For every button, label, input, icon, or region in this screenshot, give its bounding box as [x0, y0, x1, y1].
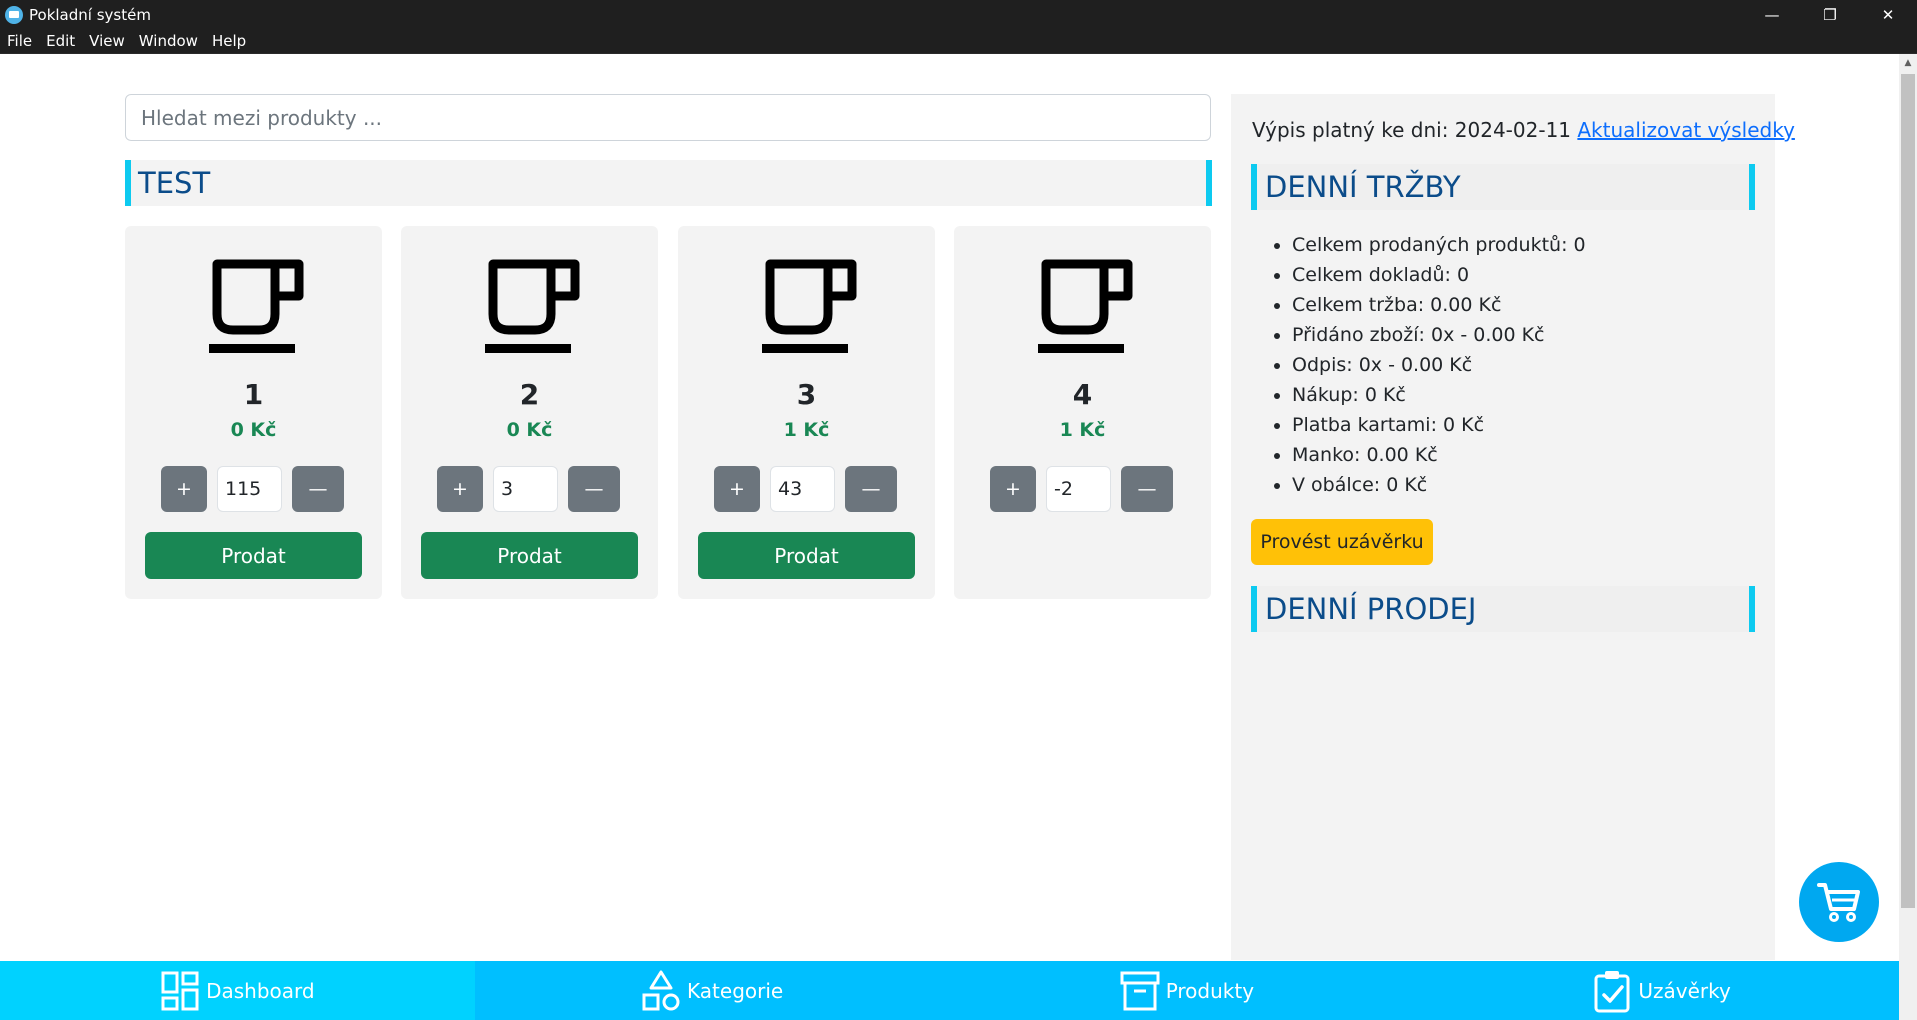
stat-card-payments: Platba kartami: 0 Kč — [1292, 410, 1586, 440]
product-name: 4 — [1072, 378, 1093, 411]
coffee-cup-icon — [1038, 259, 1133, 353]
scroll-up-arrow-icon[interactable]: ▲ — [1899, 54, 1917, 72]
menu-bar: File Edit View Window Help — [0, 29, 1917, 54]
product-price: 1 Kč — [1059, 419, 1106, 441]
product-name: 1 — [243, 378, 264, 411]
product-card: 1 0 Kč + 115 — Prodat — [125, 226, 382, 599]
stat-receipts: Celkem dokladů: 0 — [1292, 260, 1586, 290]
nav-categories-label: Kategorie — [687, 978, 784, 1003]
increase-quantity-button[interactable]: + — [990, 466, 1036, 512]
category-title: TEST — [138, 166, 211, 200]
report-validity: Výpis platný ke dni: 2024-02-11 Aktualiz… — [1252, 118, 1795, 142]
stat-envelope: V obálce: 0 Kč — [1292, 470, 1586, 500]
quantity-input[interactable]: -2 — [1046, 466, 1111, 512]
vertical-scrollbar[interactable]: ▲ — [1899, 54, 1917, 1020]
coffee-cup-icon — [209, 259, 304, 353]
coffee-cup-icon — [485, 259, 580, 353]
nav-products-label: Produkty — [1165, 978, 1255, 1003]
stat-goods-added: Přidáno zboží: 0x - 0.00 Kč — [1292, 320, 1586, 350]
daily-sales-header: DENNÍ PRODEJ — [1251, 586, 1755, 632]
quantity-input[interactable]: 115 — [217, 466, 282, 512]
increase-quantity-button[interactable]: + — [714, 466, 760, 512]
nav-products[interactable]: Produkty — [950, 961, 1425, 1020]
menu-edit[interactable]: Edit — [39, 32, 82, 50]
coffee-cup-icon — [762, 259, 857, 353]
daily-revenue-header: DENNÍ TRŽBY — [1251, 164, 1755, 210]
minimize-button[interactable]: — — [1743, 0, 1801, 29]
product-card: 2 0 Kč + 3 — Prodat — [401, 226, 658, 599]
dashboard-icon — [160, 969, 200, 1013]
product-card: 3 1 Kč + 43 — Prodat — [678, 226, 935, 599]
sell-button[interactable]: Prodat — [698, 532, 915, 579]
quantity-input[interactable]: 3 — [493, 466, 558, 512]
restore-button[interactable]: ❐ — [1801, 0, 1859, 29]
menu-view[interactable]: View — [82, 32, 132, 50]
nav-dashboard[interactable]: Dashboard — [0, 961, 475, 1020]
increase-quantity-button[interactable]: + — [437, 466, 483, 512]
stat-shortage: Manko: 0.00 Kč — [1292, 440, 1586, 470]
stat-sold-products: Celkem prodaných produktů: 0 — [1292, 230, 1586, 260]
product-price: 1 Kč — [783, 419, 830, 441]
increase-quantity-button[interactable]: + — [161, 466, 207, 512]
daily-revenue-title: DENNÍ TRŽBY — [1265, 170, 1461, 204]
product-name: 2 — [519, 378, 540, 411]
stat-write-off: Odpis: 0x - 0.00 Kč — [1292, 350, 1586, 380]
decrease-quantity-button[interactable]: — — [845, 466, 897, 512]
sell-button[interactable]: Prodat — [145, 532, 362, 579]
window-controls: — ❐ ✕ — [1743, 0, 1917, 29]
stat-total-revenue: Celkem tržba: 0.00 Kč — [1292, 290, 1586, 320]
refresh-results-link[interactable]: Aktualizovat výsledky — [1577, 118, 1795, 142]
app-logo-icon — [5, 5, 23, 24]
quantity-input[interactable]: 43 — [770, 466, 835, 512]
nav-closings[interactable]: Uzávěrky — [1424, 961, 1899, 1020]
decrease-quantity-button[interactable]: — — [568, 466, 620, 512]
daily-summary-panel: Výpis platný ke dni: 2024-02-11 Aktualiz… — [1231, 94, 1795, 960]
nav-dashboard-label: Dashboard — [206, 978, 315, 1003]
menu-file[interactable]: File — [0, 32, 39, 50]
bottom-navigation: Dashboard Kategorie Produkty Uzávěrky — [0, 961, 1899, 1020]
nav-closings-label: Uzávěrky — [1638, 978, 1731, 1003]
stat-purchase: Nákup: 0 Kč — [1292, 380, 1586, 410]
shapes-icon — [641, 969, 681, 1013]
product-price: 0 Kč — [230, 419, 277, 441]
menu-help[interactable]: Help — [205, 32, 253, 50]
revenue-stats-list: Celkem prodaných produktů: 0 Celkem dokl… — [1292, 230, 1586, 500]
report-date-text: Výpis platný ke dni: 2024-02-11 — [1252, 118, 1572, 142]
window-title: Pokladní systém — [29, 5, 151, 24]
product-name: 3 — [796, 378, 817, 411]
archive-box-icon — [1120, 969, 1160, 1013]
shopping-cart-icon — [1817, 883, 1860, 922]
category-header: TEST — [125, 160, 1212, 206]
sell-button[interactable]: Prodat — [421, 532, 638, 579]
product-card: 4 1 Kč + -2 — — [954, 226, 1211, 599]
title-bar: Pokladní systém — ❐ ✕ — [0, 0, 1917, 29]
close-window-button[interactable]: ✕ — [1859, 0, 1917, 29]
close-register-button[interactable]: Provést uzávěrku — [1251, 519, 1433, 565]
scrollbar-thumb[interactable] — [1901, 74, 1915, 908]
product-price: 0 Kč — [506, 419, 553, 441]
product-search-input[interactable] — [125, 94, 1211, 141]
daily-sales-title: DENNÍ PRODEJ — [1265, 592, 1477, 626]
decrease-quantity-button[interactable]: — — [292, 466, 344, 512]
nav-categories[interactable]: Kategorie — [475, 961, 950, 1020]
clipboard-check-icon — [1592, 969, 1632, 1013]
decrease-quantity-button[interactable]: — — [1121, 466, 1173, 512]
cart-button[interactable] — [1799, 862, 1879, 942]
menu-window[interactable]: Window — [132, 32, 205, 50]
